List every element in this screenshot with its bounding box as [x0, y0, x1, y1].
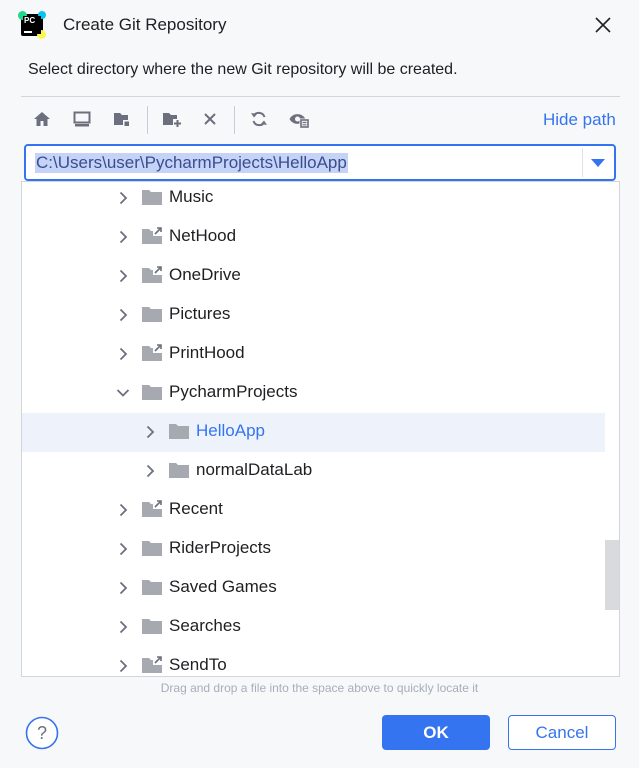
tree-row[interactable]: SendTo	[22, 647, 605, 676]
tree-row[interactable]: RiderProjects	[22, 530, 605, 569]
chevron-right-icon[interactable]	[116, 191, 130, 205]
tree-row[interactable]: Searches	[22, 608, 605, 647]
tree-row[interactable]: Music	[22, 182, 605, 218]
hide-path-link[interactable]: Hide path	[543, 110, 616, 130]
toolbar-divider	[147, 106, 148, 134]
linked-folder-icon	[141, 227, 163, 245]
folder-icon	[141, 188, 163, 206]
linked-folder-icon	[141, 656, 163, 674]
tree-row-label: SendTo	[169, 655, 227, 674]
chevron-right-icon[interactable]	[116, 542, 130, 556]
tree-row[interactable]: PrintHood	[22, 335, 605, 374]
chevron-right-icon[interactable]	[116, 620, 130, 634]
help-icon[interactable]: ?	[25, 716, 59, 750]
close-icon[interactable]	[590, 12, 616, 38]
tree-row[interactable]: normalDataLab	[22, 452, 605, 491]
tree-row-label: RiderProjects	[169, 538, 272, 557]
toolbar-divider	[234, 106, 235, 134]
folder-icon	[141, 578, 163, 596]
combo-divider	[582, 148, 583, 177]
home-icon[interactable]	[28, 104, 56, 134]
chevron-right-icon[interactable]	[116, 347, 130, 361]
tree-row[interactable]: OneDrive	[22, 257, 605, 296]
desktop-icon[interactable]	[68, 104, 96, 134]
ok-button[interactable]: OK	[382, 715, 490, 750]
linked-folder-icon	[141, 266, 163, 284]
tree-row[interactable]: Saved Games	[22, 569, 605, 608]
dialog-title: Create Git Repository	[63, 15, 227, 34]
new-folder-icon[interactable]	[158, 104, 186, 134]
tree-row-label: OneDrive	[169, 265, 241, 284]
path-input[interactable]: C:\Users\user\PycharmProjects\HelloApp	[35, 153, 348, 173]
chevron-right-icon[interactable]	[116, 230, 130, 244]
svg-text:?: ?	[37, 723, 47, 743]
folder-icon	[141, 617, 163, 635]
divider	[21, 96, 620, 97]
chevron-right-icon[interactable]	[116, 581, 130, 595]
instruction-text: Select directory where the new Git repos…	[28, 61, 458, 78]
tree-row[interactable]: NetHood	[22, 218, 605, 257]
title-bar: PC Create Git Repository	[0, 0, 639, 52]
cancel-button[interactable]: Cancel	[508, 715, 616, 750]
drag-drop-hint: Drag and drop a file into the space abov…	[160, 681, 479, 695]
folder-icon	[141, 383, 163, 401]
chevron-right-icon[interactable]	[116, 503, 130, 517]
folder-icon	[141, 305, 163, 323]
tree-row-label: PycharmProjects	[169, 382, 298, 401]
path-combo[interactable]: C:\Users\user\PycharmProjects\HelloApp	[24, 144, 616, 181]
pycharm-logo-icon: PC	[18, 11, 46, 39]
chevron-right-icon[interactable]	[143, 425, 157, 439]
tree-row-label: Music	[169, 187, 214, 206]
delete-icon[interactable]	[196, 104, 224, 134]
chevron-right-icon[interactable]	[116, 308, 130, 322]
tree-row[interactable]: Pictures	[22, 296, 605, 335]
linked-folder-icon	[141, 344, 163, 362]
folder-icon	[168, 461, 190, 479]
tree-row-label: Pictures	[169, 304, 231, 323]
tree-row-label: PrintHood	[169, 343, 245, 362]
project-folder-icon[interactable]	[108, 104, 136, 134]
chevron-down-icon[interactable]	[116, 386, 130, 400]
chevron-down-icon[interactable]	[589, 156, 607, 170]
tree-row-label: HelloApp	[196, 421, 265, 440]
folder-icon	[168, 422, 190, 440]
chevron-right-icon[interactable]	[143, 464, 157, 478]
linked-folder-icon	[141, 500, 163, 518]
show-hidden-icon[interactable]	[285, 104, 313, 134]
tree-row[interactable]: PycharmProjects	[22, 374, 605, 413]
tree-row-label: Saved Games	[169, 577, 277, 596]
tree-row-label: normalDataLab	[196, 460, 313, 479]
directory-tree[interactable]: SendTo Searches Saved Games RiderProjects Re…	[21, 181, 620, 677]
tree-row[interactable]: Recent	[22, 491, 605, 530]
tree-row-label: Searches	[169, 616, 241, 635]
scrollbar-thumb[interactable]	[605, 540, 619, 610]
refresh-icon[interactable]	[245, 104, 273, 134]
chevron-right-icon[interactable]	[116, 659, 130, 673]
tree-row-label: NetHood	[169, 226, 237, 245]
tree-row[interactable]: HelloApp	[22, 413, 605, 452]
folder-icon	[141, 539, 163, 557]
chevron-right-icon[interactable]	[116, 269, 130, 283]
tree-row-label: Recent	[169, 499, 223, 518]
